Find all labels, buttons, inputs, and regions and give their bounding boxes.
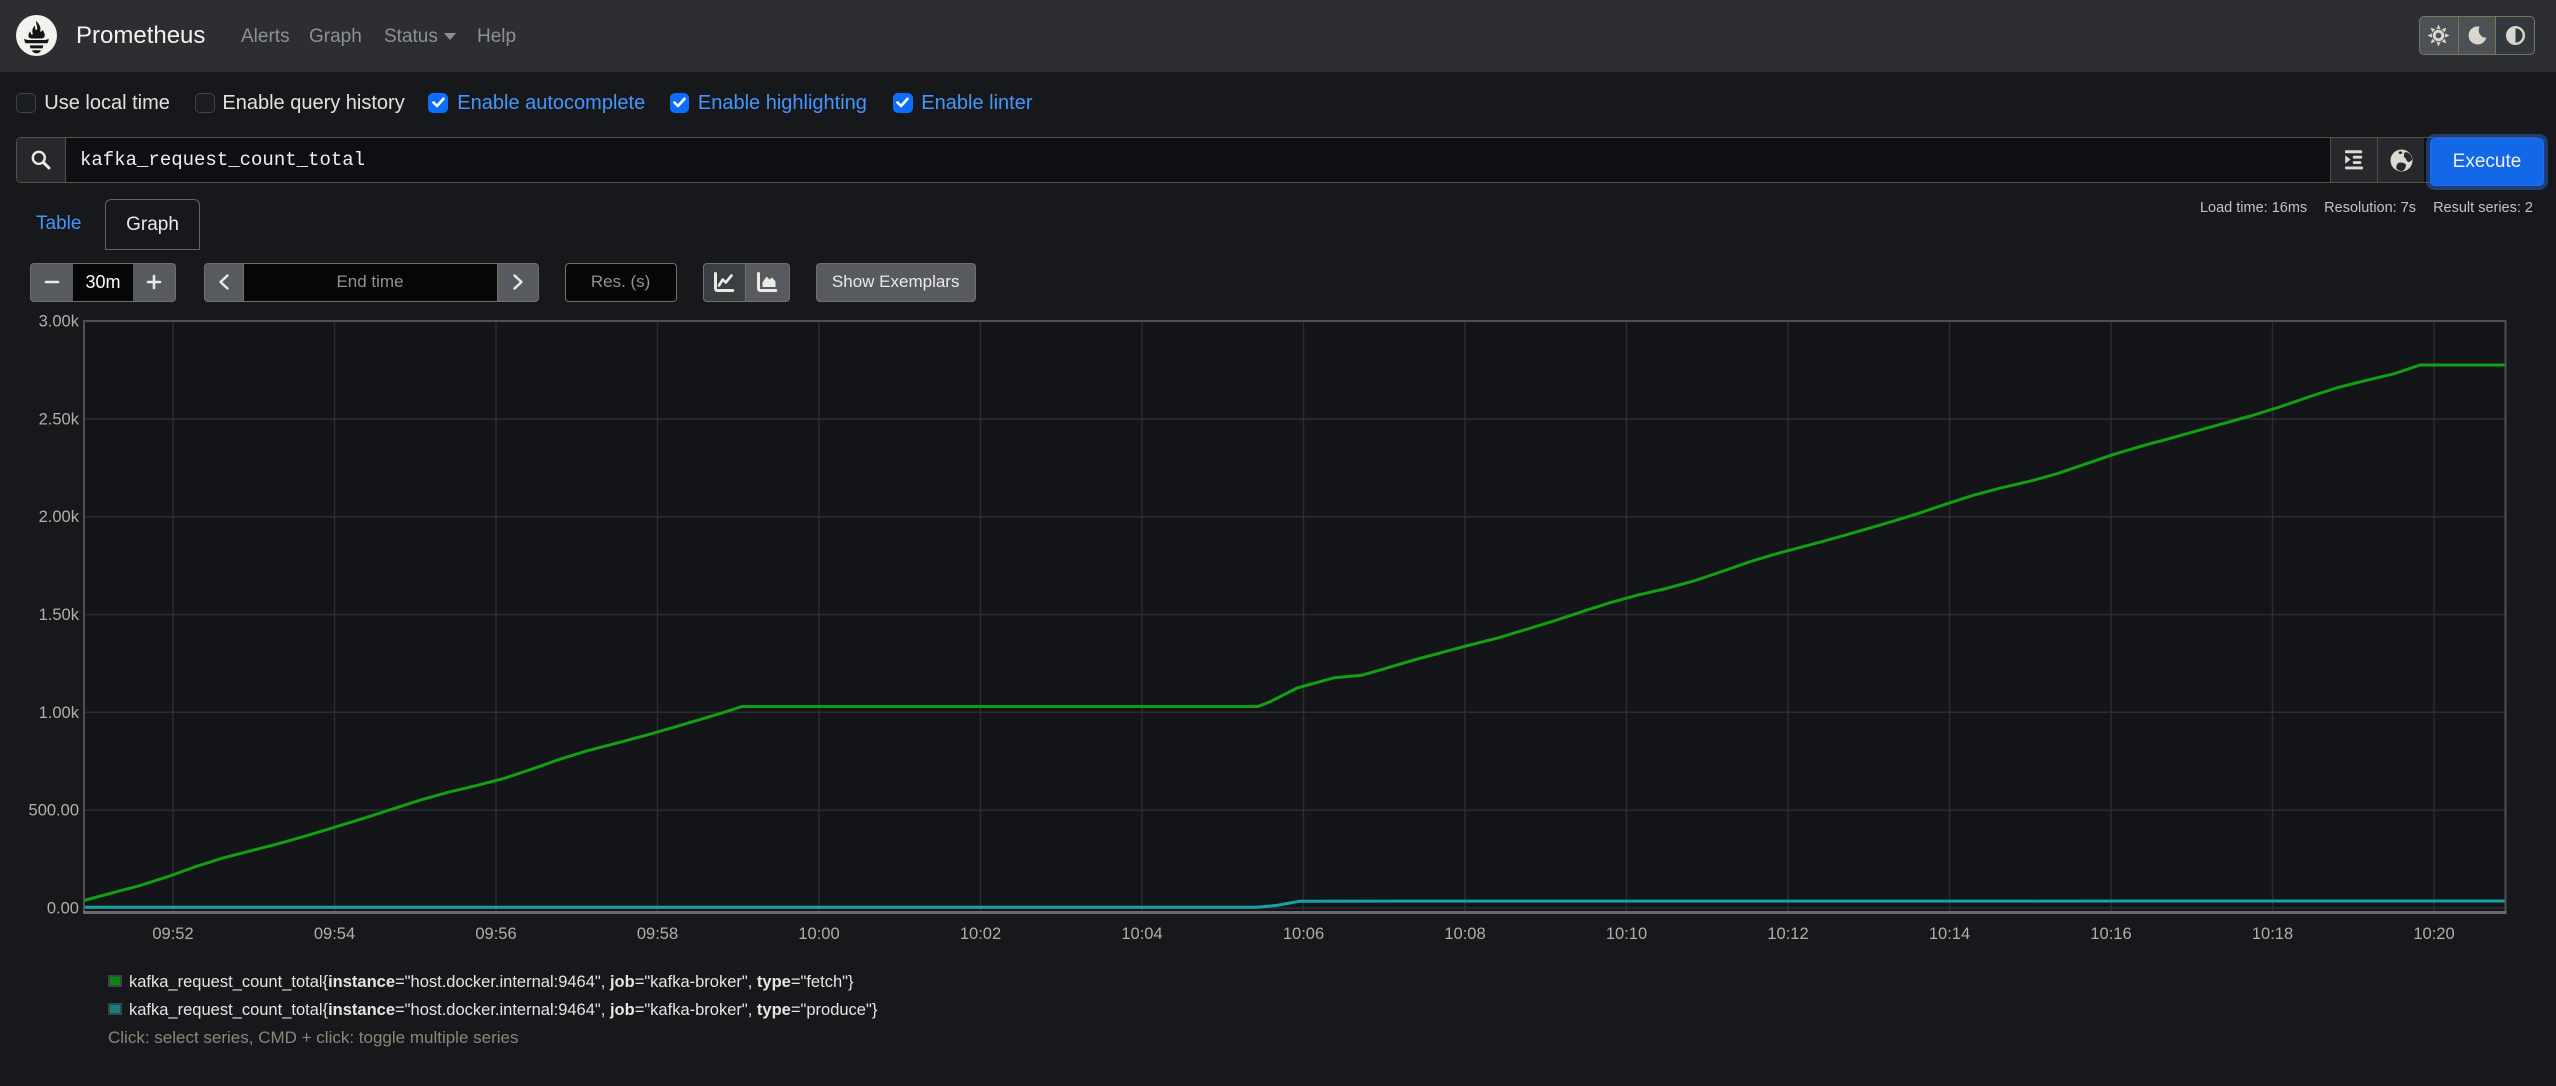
- svg-text:10:16: 10:16: [2090, 925, 2131, 943]
- svg-text:10:12: 10:12: [1767, 925, 1808, 943]
- svg-text:10:10: 10:10: [1606, 925, 1647, 943]
- svg-text:10:00: 10:00: [798, 925, 839, 943]
- svg-text:10:02: 10:02: [960, 925, 1001, 943]
- svg-text:09:58: 09:58: [637, 925, 678, 943]
- svg-text:10:14: 10:14: [1929, 925, 1970, 943]
- svg-text:09:56: 09:56: [475, 925, 516, 943]
- svg-text:10:04: 10:04: [1121, 925, 1162, 943]
- svg-text:1.50k: 1.50k: [39, 606, 80, 624]
- svg-text:10:20: 10:20: [2413, 925, 2454, 943]
- svg-text:10:06: 10:06: [1283, 925, 1324, 943]
- svg-text:2.50k: 2.50k: [39, 410, 80, 428]
- svg-text:10:08: 10:08: [1444, 925, 1485, 943]
- svg-text:0.00: 0.00: [47, 900, 79, 918]
- svg-text:10:18: 10:18: [2252, 925, 2293, 943]
- svg-text:3.00k: 3.00k: [39, 313, 80, 331]
- svg-text:09:54: 09:54: [314, 925, 355, 943]
- svg-text:500.00: 500.00: [29, 802, 79, 820]
- svg-text:09:52: 09:52: [152, 925, 193, 943]
- svg-text:1.00k: 1.00k: [39, 704, 80, 722]
- svg-text:2.00k: 2.00k: [39, 508, 80, 526]
